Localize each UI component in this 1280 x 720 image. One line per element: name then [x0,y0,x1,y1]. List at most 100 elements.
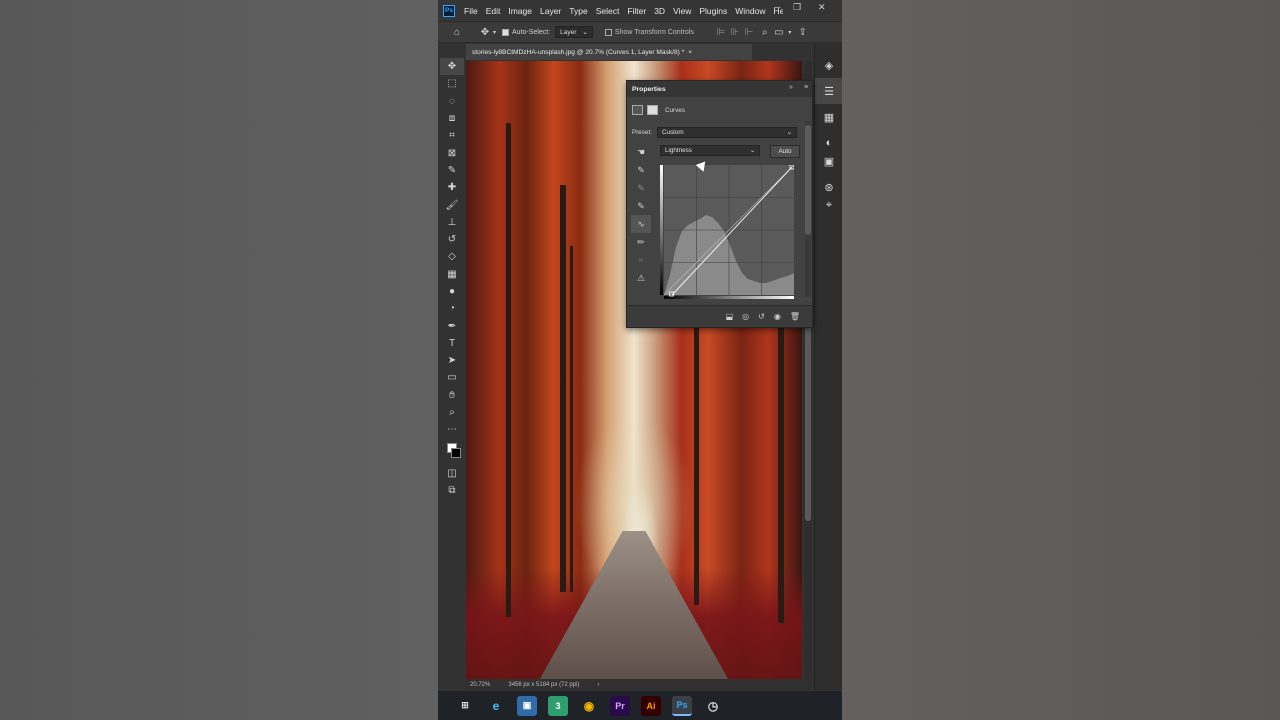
stamp-icon[interactable]: ⊥ [440,214,464,231]
menu-type[interactable]: Type [565,6,591,16]
healing-icon[interactable]: ✚ [440,179,464,196]
smooth-curve-icon[interactable]: ≈ [631,251,651,269]
menu-view[interactable]: View [669,6,695,16]
brush-icon[interactable]: 🖌︎ [440,196,464,213]
home-icon[interactable]: ⌂ [450,25,464,39]
quick-mask-icon[interactable]: ◫ [440,465,464,482]
restore-button[interactable]: ❐ [793,2,801,13]
background-color-icon[interactable] [451,447,461,458]
workspace-icon[interactable]: ▭ [772,25,786,39]
reset-icon[interactable]: ↺ [758,312,765,321]
object-select-icon[interactable]: ⧈ [440,110,464,127]
close-document-icon[interactable]: × [688,49,692,56]
white-point-eyedropper-icon[interactable]: ✎ [631,197,651,215]
menu-filter[interactable]: Filter [623,6,650,16]
auto-button[interactable]: Auto [770,145,800,158]
photoshop-icon[interactable]: Ps [672,695,692,716]
layer-mask-icon[interactable] [647,105,658,115]
dodge-icon[interactable]: ◔ [440,300,464,317]
zoom-level[interactable]: 20.72% [470,682,490,688]
zoom-icon[interactable]: ⌕ [440,404,464,421]
menu-select[interactable]: Select [592,6,624,16]
auto-select-target-dropdown[interactable]: Layer ⌄ [555,26,593,38]
menu-file[interactable]: File [460,6,482,16]
app-icon[interactable]: ▣ [517,695,537,716]
preset-value: Custom [661,129,684,136]
workspace-chevron-icon[interactable]: ▾ [786,25,794,39]
collapse-panel-icon[interactable]: » [789,84,793,91]
properties-scrollbar-thumb[interactable] [805,125,811,235]
black-point-eyedropper-icon[interactable]: ✎ [631,161,651,179]
document-tab[interactable]: stories-ly8BCtMDzHA-unsplash.jpg @ 20.7%… [466,44,752,60]
toggle-visibility-icon[interactable]: ◉ [774,312,781,321]
search-icon[interactable]: ⌕ [758,25,772,39]
type-icon[interactable]: T [440,335,464,352]
gray-point-eyedropper-icon[interactable]: ✎ [631,179,651,197]
frame-icon[interactable]: ⊠ [440,144,464,161]
preset-dropdown[interactable]: Custom ⌄ [656,127,797,138]
align-right-icon[interactable]: ⊩ [742,25,756,39]
panel-menu-icon[interactable]: ≡ [804,84,808,91]
chevron-down-icon: ⌄ [786,129,792,136]
illustrator-icon[interactable]: Ai [641,695,661,716]
color-swatches[interactable] [440,439,464,465]
move-icon[interactable]: ✥ [440,58,464,76]
menu-edit[interactable]: Edit [482,6,505,16]
menu-plugins[interactable]: Plugins [695,6,731,16]
libraries-icon[interactable]: ▣ [815,148,842,174]
eyedropper-icon[interactable]: ✎ [440,162,464,179]
premiere-icon[interactable]: Pr [610,695,630,716]
photoshop-window: Ps File Edit Image Layer Type Select Fil… [438,0,842,720]
screen-mode-icon[interactable]: ⧉ [440,482,464,499]
properties-icon[interactable]: ☰ [815,78,842,104]
eraser-icon[interactable]: ◇ [440,248,464,265]
path-select-icon[interactable]: ➤ [440,352,464,369]
auto-select-checkbox[interactable]: Auto-Select: [502,28,550,36]
tool-preset-chevron-icon[interactable]: ▾ [493,29,496,36]
menu-3d[interactable]: 3D [650,6,669,16]
rectangle-icon[interactable]: ▭ [440,369,464,386]
edge-icon[interactable]: e [486,696,506,716]
curves-adjustment-icon[interactable] [632,105,643,115]
minimize-button[interactable]: ─ [774,2,780,12]
clip-to-layer-icon[interactable]: ⬓ [726,312,734,321]
draw-curve-pencil-icon[interactable]: ✏ [631,233,651,251]
swatches-icon[interactable]: ▦ [815,104,842,130]
properties-scrollbar[interactable] [805,121,811,297]
align-left-icon[interactable]: ⊫ [714,25,728,39]
lasso-icon[interactable]: ◌ [440,93,464,110]
menu-layer[interactable]: Layer [536,6,565,16]
share-icon[interactable]: ⇪ [796,25,810,39]
view-previous-state-icon[interactable]: ◎ [742,312,749,321]
pen-icon[interactable]: ✒ [440,317,464,334]
status-arrow-icon[interactable]: › [597,682,599,688]
clock-app-icon[interactable]: ◷ [703,696,723,716]
targeted-adjust-icon[interactable]: ☚ [631,143,651,161]
scrollbar-thumb[interactable] [805,321,811,521]
channel-dropdown[interactable]: Lightness ⌄ [660,145,760,156]
marquee-icon[interactable]: ⬚ [440,75,464,92]
auto-select-check-icon [502,28,510,36]
edit-points-curve-icon[interactable]: ∿ [631,215,651,233]
menu-image[interactable]: Image [504,6,536,16]
properties-header[interactable]: Properties » ≡ [627,81,812,97]
task-view-icon[interactable]: ⊞ [455,696,475,716]
more-icon[interactable]: ⋯ [440,421,464,438]
layers-icon[interactable]: ◈ [815,52,842,78]
show-transform-checkbox[interactable]: Show Transform Controls [604,28,694,36]
move-tool-icon[interactable]: ✥ [478,25,492,39]
clipping-warning-icon[interactable]: ⚠ [631,269,651,287]
gradient-icon[interactable]: ▦ [440,266,464,283]
crop-icon[interactable]: ⌗ [440,127,464,144]
chrome-icon[interactable]: ◉ [579,696,599,716]
hand-icon[interactable]: ✋︎ [440,387,464,404]
delete-icon[interactable]: 🗑︎ [790,312,800,321]
menu-window[interactable]: Window [731,6,769,16]
history-brush-icon[interactable]: ↺ [440,231,464,248]
curves-graph[interactable] [660,165,794,299]
close-window-button[interactable]: ✕ [818,2,826,13]
paths-icon[interactable]: ⌖ [815,192,842,218]
align-center-icon[interactable]: ⊪ [728,25,742,39]
app3-icon[interactable]: 3 [548,695,568,716]
blur-icon[interactable]: ● [440,283,464,300]
